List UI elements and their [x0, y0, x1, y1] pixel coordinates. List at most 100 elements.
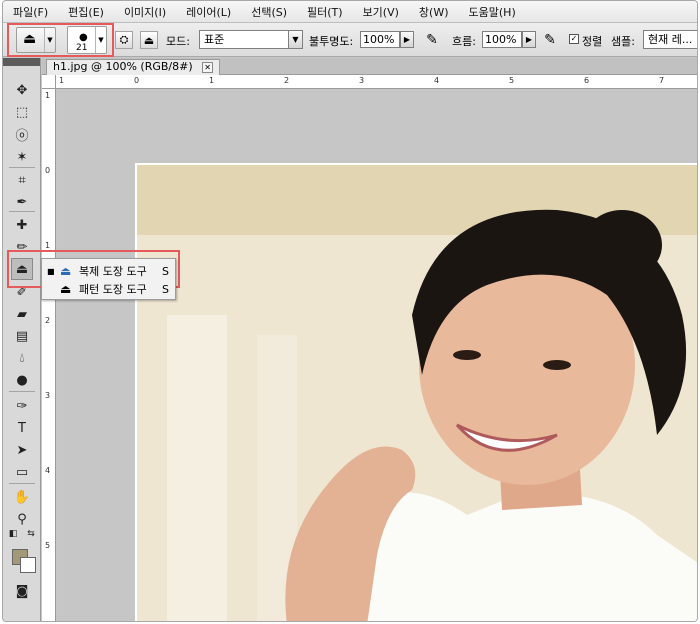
brush-preset-picker[interactable]: ● 21 ▼ [67, 26, 107, 54]
menu-filter[interactable]: 필터(T) [307, 4, 343, 20]
menu-select[interactable]: 선택(S) [251, 4, 287, 20]
menu-edit[interactable]: 편집(E) [68, 4, 104, 20]
flow-field[interactable]: 100% [482, 31, 522, 48]
shortcut-key: S [162, 264, 169, 278]
clone-stamp-icon: ⏏ [60, 264, 72, 278]
ruler-label: 1 [45, 91, 51, 100]
flyout-item-label: 복제 도장 도구 [79, 265, 147, 278]
eraser-tool-icon[interactable]: ▰ [12, 304, 32, 324]
swap-colors-icon[interactable]: ⇆ [25, 528, 37, 540]
options-bar: ⏏ ▼ ● 21 ▼ ⛭ ⏏ 모드: 표준 ▼ 불투명도: 100% ▶ ✎ 흐… [3, 23, 697, 57]
mode-label: 모드: [166, 35, 190, 48]
marquee-tool-icon[interactable]: ⬚ [12, 102, 32, 122]
healing-brush-tool-icon[interactable]: ✚ [12, 215, 32, 235]
default-colors-icon[interactable]: ◧ [7, 528, 19, 540]
document-tab[interactable]: h1.jpg @ 100% (RGB/8#) ✕ [46, 59, 221, 75]
opacity-field[interactable]: 100% [360, 31, 400, 48]
zoom-tool-icon[interactable]: ⚲ [12, 509, 32, 529]
lasso-tool-icon[interactable]: ⓞ [12, 124, 32, 144]
type-tool-icon[interactable]: T [12, 418, 32, 438]
clone-stamp-icon: ⏏ [23, 31, 37, 47]
sample-select[interactable]: 현재 레... [643, 30, 697, 49]
tools-panel-header[interactable] [3, 58, 40, 66]
airbrush-icon[interactable]: ✎ [423, 31, 441, 49]
flow-stepper[interactable]: ▶ [522, 31, 536, 48]
ruler-label: 5 [509, 76, 515, 85]
toolbar-divider [9, 211, 35, 212]
magic-wand-tool-icon[interactable]: ✶ [12, 147, 32, 167]
dodge-tool-icon[interactable]: ● [12, 370, 32, 390]
mode-value: 표준 [204, 33, 225, 46]
ruler-label: 4 [45, 466, 51, 475]
photoshop-window: 파일(F) 편집(E) 이미지(I) 레이어(L) 선택(S) 필터(T) 보기… [2, 0, 698, 622]
brush-tip-icon: ● [79, 32, 88, 43]
move-tool-icon[interactable]: ✥ [12, 80, 32, 100]
toolbar-divider [9, 483, 35, 484]
document-tab-title: h1.jpg @ 100% (RGB/8#) [53, 60, 193, 73]
quick-mask-icon[interactable]: ◙ [12, 581, 32, 601]
aligned-checkbox[interactable]: ✓ [569, 34, 579, 44]
ruler-corner[interactable] [42, 75, 56, 89]
eyedropper-tool-icon[interactable]: ✒ [12, 192, 32, 212]
selected-bullet-icon: ■ [47, 266, 55, 276]
document-tab-bar: h1.jpg @ 100% (RGB/8#) ✕ [42, 58, 697, 75]
toggle-clone-source-icon[interactable]: ⛭ [115, 31, 133, 49]
hand-tool-icon[interactable]: ✋ [12, 487, 32, 507]
gradient-tool-icon[interactable]: ▤ [12, 326, 32, 346]
shortcut-key: S [162, 282, 169, 296]
ruler-label: 1 [45, 241, 51, 250]
chevron-down-icon: ▼ [288, 31, 302, 48]
photo-image[interactable] [135, 163, 697, 621]
ruler-horizontal[interactable]: 1 0 1 2 3 4 5 6 7 [56, 75, 697, 89]
sample-label: 샘플: [611, 35, 635, 48]
shape-tool-icon[interactable]: ▭ [12, 462, 32, 482]
opacity-stepper[interactable]: ▶ [400, 31, 414, 48]
path-selection-tool-icon[interactable]: ➤ [12, 440, 32, 460]
ruler-label: 1 [209, 76, 215, 85]
chevron-down-icon: ▼ [95, 27, 106, 53]
toolbar-divider [9, 167, 35, 168]
menu-layer[interactable]: 레이어(L) [186, 4, 231, 20]
ruler-label: 5 [45, 541, 51, 550]
flyout-item-pattern-stamp[interactable]: ⏏ 패턴 도장 도구 S [42, 280, 175, 298]
stamp-tool-flyout: ■ ⏏ 복제 도장 도구 S ⏏ 패턴 도장 도구 S [41, 258, 176, 300]
pressure-icon[interactable]: ✎ [541, 31, 559, 49]
flow-label: 흐름: [452, 35, 476, 48]
opacity-label: 불투명도: [309, 35, 354, 48]
ruler-label: 2 [45, 316, 51, 325]
pattern-stamp-icon: ⏏ [60, 282, 72, 296]
ruler-label: 6 [584, 76, 590, 85]
brush-size-value: 21 [76, 43, 88, 53]
tool-preset-picker[interactable]: ⏏ ▼ [16, 27, 56, 53]
menu-window[interactable]: 창(W) [419, 4, 449, 20]
mode-select[interactable]: 표준 ▼ [199, 30, 303, 49]
ruler-label: 2 [284, 76, 290, 85]
ruler-vertical[interactable]: 1 0 1 2 3 4 5 [42, 89, 56, 621]
crop-tool-icon[interactable]: ⌗ [12, 170, 32, 190]
ruler-label: 3 [359, 76, 365, 85]
flyout-item-label: 패턴 도장 도구 [79, 283, 147, 296]
blur-tool-icon[interactable]: 💧︎ [12, 348, 32, 368]
document-canvas[interactable] [57, 90, 697, 621]
tools-panel: ✥ ⬚ ⓞ ✶ ⌗ ✒ ✚ ✏ ⏏ ✐ ▰ ▤ 💧︎ ● ✑ T ➤ ▭ ✋ ⚲… [3, 58, 41, 621]
ruler-label: 4 [434, 76, 440, 85]
menu-view[interactable]: 보기(V) [363, 4, 399, 20]
ruler-label: 7 [659, 76, 665, 85]
menu-image[interactable]: 이미지(I) [124, 4, 166, 20]
flyout-item-clone-stamp[interactable]: ■ ⏏ 복제 도장 도구 S [42, 262, 175, 280]
menu-help[interactable]: 도움말(H) [469, 4, 516, 20]
chevron-down-icon: ▼ [44, 28, 55, 52]
toolbar-divider [9, 391, 35, 392]
ruler-label: 3 [45, 391, 51, 400]
background-color-swatch[interactable] [20, 557, 36, 573]
ruler-label: 1 [59, 76, 65, 85]
menu-bar: 파일(F) 편집(E) 이미지(I) 레이어(L) 선택(S) 필터(T) 보기… [3, 1, 697, 23]
ruler-label: 0 [134, 76, 140, 85]
close-icon[interactable]: ✕ [202, 61, 214, 73]
ruler-label: 0 [45, 166, 51, 175]
menu-file[interactable]: 파일(F) [13, 4, 48, 20]
aligned-label: 정렬 [582, 35, 603, 48]
portrait-illustration [137, 165, 697, 621]
pen-tool-icon[interactable]: ✑ [12, 396, 32, 416]
stamp-mode-icon[interactable]: ⏏ [140, 31, 158, 49]
